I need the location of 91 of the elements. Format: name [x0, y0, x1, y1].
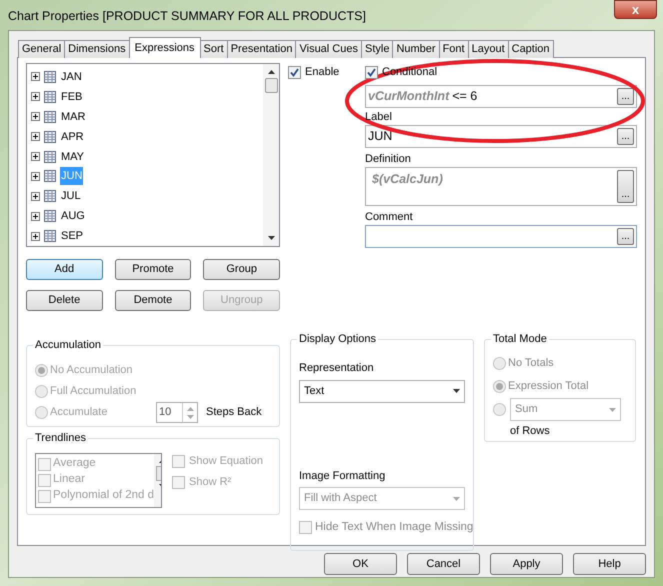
tab[interactable]: Layout — [468, 40, 509, 58]
expand-icon[interactable] — [31, 212, 40, 221]
table-icon — [44, 130, 56, 143]
label-field[interactable]: JUN ... — [365, 125, 637, 148]
scrollbar[interactable] — [263, 64, 279, 246]
definition-field[interactable]: $(vCalcJun) ... — [365, 167, 637, 206]
table-icon — [44, 230, 56, 242]
window-title: Chart Properties [PRODUCT SUMMARY FOR ALL PRODUCTS] — [7, 8, 366, 25]
table-icon — [44, 190, 56, 202]
table-icon — [44, 70, 56, 83]
field-label: Definition — [365, 152, 412, 167]
table-icon — [44, 210, 56, 222]
expand-icon[interactable] — [31, 232, 40, 241]
checkbox-label: Enable — [305, 64, 340, 80]
dialog-button[interactable]: Cancel — [407, 553, 480, 575]
radio-label: Expression Total — [508, 379, 589, 394]
up-arrow-icon — [268, 70, 274, 74]
table-icon — [44, 150, 56, 162]
radio-label: Accumulate — [50, 405, 108, 420]
list-item[interactable]: APR — [60, 128, 85, 146]
list-item[interactable]: MAR — [60, 108, 86, 126]
tab[interactable]: Dimensions — [64, 40, 130, 58]
checkbox[interactable] — [38, 490, 51, 502]
tab[interactable]: Style — [360, 40, 394, 58]
checkbox-label: Hide Text When Image Missing — [315, 520, 474, 535]
steps-spinner[interactable]: 10 — [156, 402, 198, 423]
of-rows-label: of Rows — [510, 424, 551, 439]
up-arrow-icon — [186, 406, 194, 410]
list-item[interactable]: JUL — [60, 187, 82, 206]
conditional-checkbox[interactable] — [365, 66, 378, 78]
list-item[interactable]: AUG — [60, 207, 86, 226]
tab[interactable]: Expressions — [128, 37, 201, 58]
checkbox[interactable] — [38, 458, 51, 470]
checkbox[interactable] — [172, 476, 185, 488]
tab[interactable]: Presentation — [226, 40, 296, 58]
browse-button[interactable]: ... — [617, 88, 634, 105]
table-icon — [44, 170, 56, 182]
tab[interactable]: Font — [438, 40, 469, 58]
representation-dropdown[interactable]: Text — [299, 380, 465, 402]
steps-label: Steps Back — [206, 405, 262, 420]
table-icon — [44, 110, 56, 123]
list-button[interactable]: Group — [203, 259, 280, 280]
checkbox[interactable] — [299, 521, 312, 534]
down-arrow-icon — [268, 236, 274, 240]
expand-icon[interactable] — [31, 152, 40, 161]
expand-icon[interactable] — [31, 72, 40, 82]
list-item[interactable]: MAY — [60, 148, 86, 166]
browse-button[interactable]: ... — [617, 170, 634, 203]
down-arrow-icon — [453, 496, 460, 500]
field-label: Image Formatting — [299, 468, 386, 484]
expand-icon[interactable] — [31, 112, 40, 122]
tab[interactable]: Number — [392, 40, 440, 58]
expand-icon[interactable] — [31, 92, 40, 102]
checkbox[interactable] — [38, 474, 51, 486]
radio-label: No Totals — [508, 356, 554, 372]
tab[interactable]: Sort — [200, 40, 228, 58]
tab[interactable]: Visual Cues — [295, 40, 362, 58]
enable-checkbox[interactable] — [288, 66, 301, 78]
list-item[interactable]: SEP — [60, 227, 84, 246]
dialog-button[interactable]: Help — [573, 553, 646, 575]
list-item[interactable]: FEB — [60, 88, 84, 106]
checkbox[interactable] — [172, 454, 185, 468]
dialog-button[interactable]: Apply — [490, 553, 563, 575]
comment-field[interactable]: ... — [365, 225, 637, 248]
expand-icon[interactable] — [31, 172, 40, 181]
list-button[interactable]: Add — [26, 259, 103, 280]
down-arrow-icon — [609, 408, 616, 412]
down-arrow-icon — [453, 389, 460, 393]
table-icon — [44, 90, 56, 103]
checkbox-label: Show Equation — [189, 454, 263, 469]
dialog-button[interactable]: OK — [324, 553, 397, 575]
list-button[interactable]: Demote — [114, 290, 192, 311]
radio-label: Full Accumulation — [50, 384, 138, 400]
browse-button[interactable]: ... — [617, 128, 634, 145]
tab[interactable]: General — [18, 40, 66, 58]
radio-label: No Accumulation — [50, 363, 134, 378]
expand-icon[interactable] — [31, 192, 40, 201]
browse-button[interactable]: ... — [617, 228, 634, 245]
scrollbar-thumb[interactable] — [264, 78, 278, 93]
down-arrow-icon — [186, 414, 194, 418]
condition-field[interactable]: vCurMonthInt <= 6 ... — [365, 85, 637, 108]
checkbox-label: Show R² — [189, 474, 232, 490]
list-button[interactable]: Delete — [26, 290, 103, 311]
tab[interactable]: Caption — [508, 40, 554, 58]
field-label: Comment — [365, 210, 414, 225]
group-title: Display Options — [297, 332, 378, 346]
list-button[interactable]: Promote — [114, 259, 192, 280]
field-label: Representation — [299, 361, 375, 376]
list-item[interactable]: JAN — [60, 68, 83, 86]
expand-icon[interactable] — [31, 132, 40, 142]
field-label: Label — [365, 110, 392, 125]
